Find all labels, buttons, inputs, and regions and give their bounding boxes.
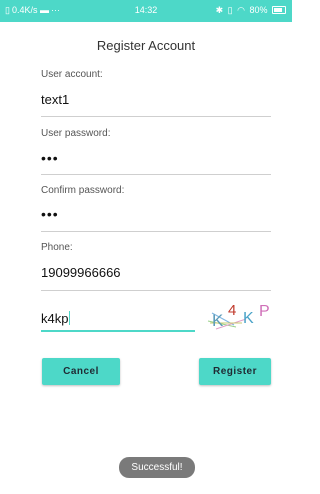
- text-caret: [69, 311, 71, 325]
- user-account-input[interactable]: text1: [41, 92, 69, 107]
- cancel-button[interactable]: Cancel: [42, 358, 120, 385]
- confirm-password-label: Confirm password:: [41, 185, 125, 196]
- battery-icon: [272, 6, 286, 14]
- captcha-input-value: k4kp: [41, 311, 69, 326]
- user-password-underline: [41, 174, 271, 175]
- success-toast: Successful!: [119, 457, 195, 478]
- captcha-input[interactable]: k4kp: [41, 308, 195, 332]
- user-password-label: User password:: [41, 128, 111, 139]
- page-title: Register Account: [96, 38, 196, 53]
- status-bar: ▯ 0.4K/s ▬ ··· 14:32 ✱ ▯ ◠ 80%: [0, 0, 292, 22]
- wifi-icon: ◠: [237, 5, 245, 15]
- user-password-input[interactable]: •••: [41, 150, 59, 166]
- register-button[interactable]: Register: [199, 358, 271, 385]
- vibrate-icon: ▯: [227, 5, 233, 15]
- confirm-password-underline: [41, 231, 271, 232]
- user-account-label: User account:: [41, 69, 103, 80]
- captcha-char-3: K: [243, 310, 254, 327]
- phone-input[interactable]: 19099966666: [41, 265, 121, 280]
- captcha-char-2: 4: [228, 302, 236, 319]
- status-right: ✱ ▯ ◠ 80%: [216, 5, 286, 16]
- phone-underline: [41, 290, 271, 291]
- register-screen: ▯ 0.4K/s ▬ ··· 14:32 ✱ ▯ ◠ 80% Register Ac…: [0, 0, 292, 494]
- confirm-password-input[interactable]: •••: [41, 206, 59, 222]
- captcha-svg: K 4 K P: [207, 302, 270, 330]
- captcha-image[interactable]: K 4 K P: [206, 299, 278, 331]
- user-account-underline: [41, 116, 271, 117]
- captcha-char-4: P: [259, 303, 270, 320]
- battery-percent: 80%: [249, 5, 268, 15]
- phone-label: Phone:: [41, 242, 73, 253]
- captcha-char-1: K: [212, 311, 224, 330]
- bluetooth-icon: ✱: [215, 5, 224, 15]
